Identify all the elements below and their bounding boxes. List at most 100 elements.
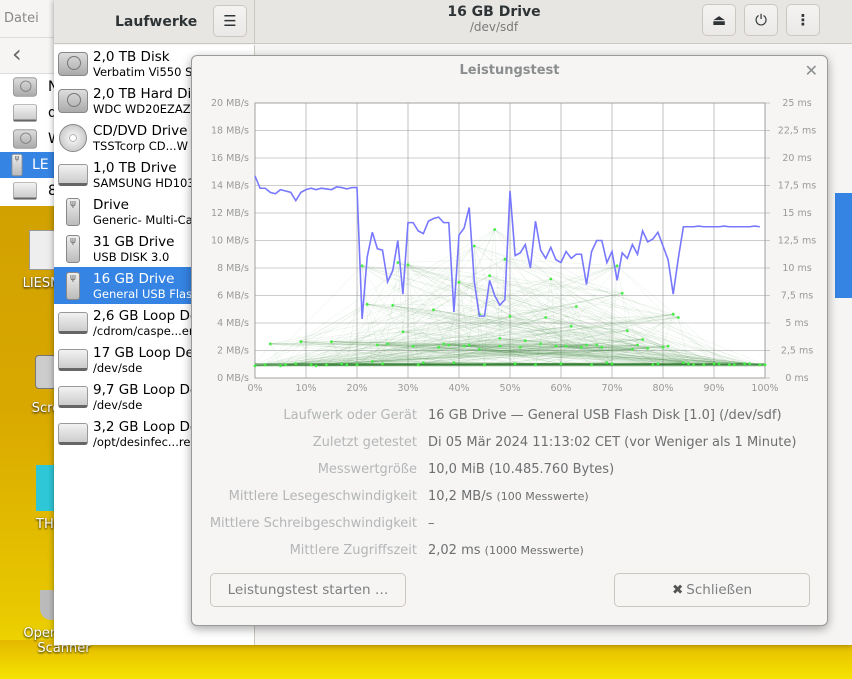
access-time-point: [518, 345, 522, 349]
back-button[interactable]: ‹: [12, 40, 22, 68]
optical-disc-icon: [57, 122, 89, 154]
access-time-point: [569, 324, 573, 328]
hard-disk-icon: [57, 48, 89, 80]
hdd-icon: [13, 129, 37, 149]
access-time-point: [314, 364, 318, 368]
property-label: Messwertgröße: [317, 462, 417, 477]
access-time-point: [472, 244, 476, 248]
y-right-tick-label: 15 ms: [782, 208, 811, 219]
volume-bar[interactable]: [835, 193, 852, 298]
document-icon: [29, 230, 55, 270]
flat-icon: [13, 182, 37, 200]
access-time-point: [615, 264, 619, 268]
header-bar: Laufwerke ☰ 16 GB Drive/dev/sdf ⏏ ⏻ ⋮: [54, 0, 852, 44]
property-label: Mittlere Lesegeschwindigkeit: [228, 489, 417, 504]
access-time-point: [263, 363, 267, 367]
y-right-tick-label: 2,5 ms: [781, 346, 813, 357]
drive-options-button[interactable]: ⋮: [786, 4, 820, 36]
access-time-point: [671, 312, 675, 316]
y-right-tick-label: 0 ms: [785, 373, 808, 384]
y-right-tick-label: 10 ms: [782, 263, 811, 274]
access-time-point: [666, 344, 670, 348]
access-time-point: [253, 364, 257, 368]
access-time-point: [365, 302, 369, 306]
access-time-point: [687, 362, 690, 366]
access-time-point: [702, 363, 706, 367]
access-time-point: [411, 344, 415, 348]
access-time-point: [406, 263, 410, 267]
access-time-point: [646, 346, 650, 350]
access-time-point: [478, 348, 481, 351]
y-right-tick-label: 17,5 ms: [778, 181, 816, 192]
y-left-tick-label: 6 MB/s: [217, 291, 249, 302]
power-off-button[interactable]: ⏻: [744, 4, 778, 36]
property-value: Di 05 Mär 2024 11:13:02 CET (vor Weniger…: [428, 435, 797, 450]
y-left-tick-label: 12 MB/s: [211, 208, 249, 219]
desktop-background: [0, 640, 852, 679]
access-time-point: [498, 337, 502, 340]
eject-button[interactable]: ⏏: [702, 4, 736, 36]
access-time-point: [508, 315, 512, 318]
property-value: 16 GB Drive — General USB Flash Disk [1.…: [428, 408, 782, 423]
hamburger-icon: ☰: [223, 12, 237, 30]
access-time-point: [539, 342, 542, 346]
access-time-point: [442, 342, 446, 346]
access-time-point: [447, 343, 451, 347]
y-right-tick-label: 12,5 ms: [778, 236, 816, 247]
y-right-tick-label: 5 ms: [785, 318, 808, 329]
hard-disk-icon: [57, 159, 89, 191]
hard-disk-icon: [57, 344, 89, 376]
usb-drive-icon: ψ: [57, 196, 89, 228]
access-time-point: [421, 361, 425, 364]
start-benchmark-button[interactable]: Leistungstest starten …: [210, 573, 406, 607]
y-left-tick-label: 8 MB/s: [217, 263, 249, 274]
usb-icon: ψ: [11, 153, 23, 177]
benchmark-property: Messwertgröße 10,0 MiB (10.485.760 Bytes): [192, 462, 829, 482]
access-time-point: [416, 363, 420, 367]
access-time-point: [493, 228, 497, 231]
access-time-point: [513, 362, 517, 366]
access-time-point: [600, 345, 604, 349]
access-time-point: [656, 362, 660, 366]
y-left-tick-label: 18 MB/s: [211, 126, 249, 137]
access-time-point: [437, 345, 440, 349]
property-label: Mittlere Zugriffszeit: [289, 543, 417, 558]
access-time-point: [381, 362, 384, 366]
access-time-point: [758, 363, 762, 367]
y-left-tick-label: 20 MB/s: [211, 98, 249, 109]
hard-disk-icon: [57, 418, 89, 450]
y-left-tick-label: 0 MB/s: [217, 373, 249, 384]
access-time-point: [483, 363, 486, 367]
vertical-dots-icon: ⋮: [795, 11, 811, 29]
access-time-point: [580, 345, 583, 349]
access-time-point: [498, 344, 502, 348]
access-time-point: [309, 363, 313, 367]
access-time-point: [488, 274, 491, 278]
access-time-point: [355, 363, 359, 367]
close-icon[interactable]: ✕: [805, 61, 818, 80]
access-time-point: [585, 343, 588, 347]
access-time-point: [462, 344, 466, 348]
access-time-point: [503, 257, 507, 261]
access-time-point: [712, 362, 716, 366]
access-time-point: [559, 362, 563, 366]
sidebar-title: Laufwerke: [115, 14, 198, 30]
x-tick-label: 70%: [601, 383, 622, 394]
access-time-point: [268, 342, 272, 346]
property-value: –: [428, 516, 435, 531]
x-tick-label: 0%: [247, 383, 262, 394]
access-time-point: [743, 362, 746, 366]
access-time-point: [727, 363, 731, 367]
benchmark-property: Laufwerk oder Gerät 16 GB Drive — General…: [192, 408, 829, 428]
drive-title: 16 GB Drive: [447, 4, 541, 20]
x-tick-label: 60%: [550, 383, 571, 394]
access-time-point: [544, 316, 548, 319]
close-x-icon: ✖: [671, 582, 684, 598]
y-left-tick-label: 10 MB/s: [211, 236, 249, 247]
access-time-point: [564, 344, 568, 348]
close-button[interactable]: ✖ Schließen: [614, 573, 810, 607]
main-menu-button[interactable]: ☰: [213, 5, 247, 37]
hdd-icon: [13, 77, 37, 97]
access-time-point: [554, 344, 558, 348]
benchmark-property: Mittlere Zugriffszeit 2,02 ms (1000 Messw…: [192, 543, 829, 563]
